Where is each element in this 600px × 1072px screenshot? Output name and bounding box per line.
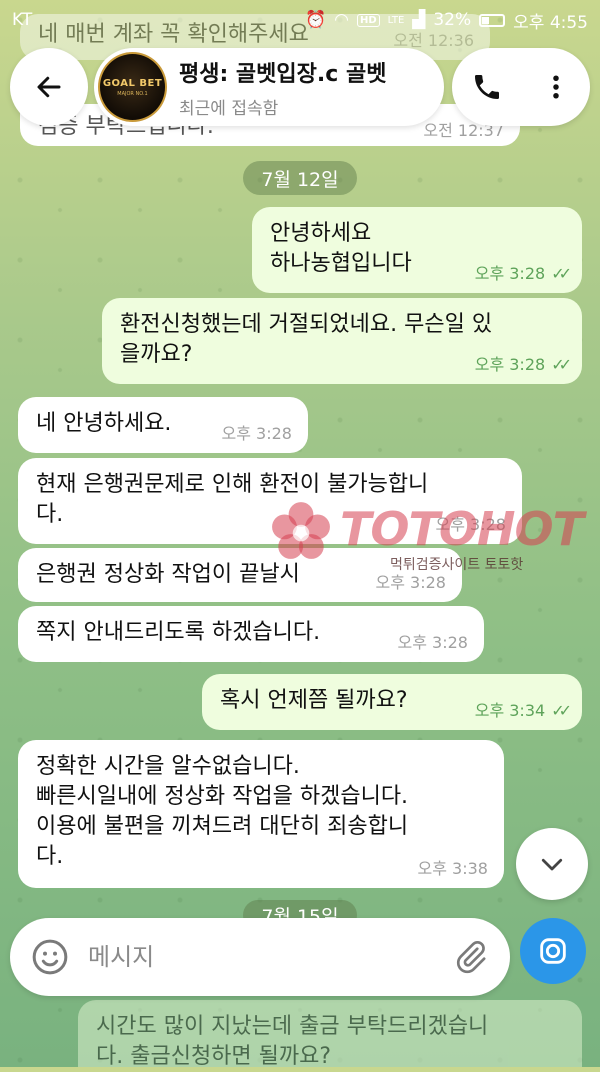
signal-icon: ▟	[412, 10, 426, 30]
message-text: 시간도 많이 지났는데 출금 부탁드리겠습니 다. 출금신청하면 될까요?	[96, 1014, 489, 1069]
message-time: 오후 3:28	[397, 633, 468, 652]
battery-percent: 32%	[433, 10, 472, 30]
message-time: 오후 3:28	[474, 355, 546, 374]
avatar-logo: GOAL BET	[102, 77, 163, 89]
paperclip-icon	[456, 941, 486, 974]
message-incoming[interactable]: 정확한 시간을 알수없습니다. 빠른시일내에 정상화 작업을 하겠습니다. 이용…	[18, 740, 504, 888]
read-check-icon: ✓✓	[551, 264, 572, 283]
header-actions	[452, 48, 590, 126]
message-meta: 오후 3:34 ✓✓	[474, 701, 572, 720]
message-incoming[interactable]: 현재 은행권문제로 인해 환전이 불가능합니 다. 오후 3:28	[18, 458, 522, 544]
phone-icon[interactable]	[471, 71, 503, 103]
message-text: 은행권 정상화 작업이 끝날시	[36, 562, 300, 587]
message-outgoing[interactable]: 혹시 언제쯤 될까요? 오후 3:34 ✓✓	[202, 674, 582, 730]
battery-icon	[479, 13, 506, 27]
read-check-icon: ✓✓	[551, 355, 572, 374]
hd-icon: HD	[356, 13, 380, 27]
message-time: 오후 3:28	[435, 515, 506, 534]
message-meta: 오후 3:28 ✓✓	[474, 264, 572, 283]
back-button[interactable]	[10, 48, 88, 126]
message-text: 정확한 시간을 알수없습니다. 빠른시일내에 정상화 작업을 하겠습니다. 이용…	[36, 754, 409, 869]
avatar[interactable]: GOAL BET MAJOR NO.1	[98, 52, 167, 122]
chevron-down-icon	[541, 858, 563, 871]
message-outgoing[interactable]: 환전신청했는데 거절되었네요. 무슨일 있 을까요? 오후 3:28 ✓✓	[102, 298, 582, 384]
message-input[interactable]	[86, 942, 430, 972]
camera-button[interactable]	[520, 918, 586, 984]
chat-header[interactable]: GOAL BET MAJOR NO.1 평생: 골벳입장.c 골벳 최근에 접속…	[94, 48, 444, 126]
scroll-down-button[interactable]	[516, 828, 588, 900]
message-outgoing[interactable]: 안녕하세요 하나농협입니다 오후 3:28 ✓✓	[252, 207, 582, 293]
message-composer	[10, 918, 510, 996]
lte-label: LTE	[387, 14, 405, 26]
attach-button[interactable]	[452, 935, 492, 979]
wifi-icon: ◠	[334, 10, 349, 30]
message-incoming[interactable]: 은행권 정상화 작업이 끝날시 오후 3:28	[18, 548, 462, 602]
camera-icon	[540, 938, 566, 964]
message-incoming[interactable]: 쪽지 안내드리도록 하겠습니다. 오후 3:28	[18, 606, 484, 662]
chat-status: 최근에 접속함	[179, 98, 279, 119]
read-check-icon: ✓✓	[551, 701, 572, 720]
message-incoming[interactable]: 네 안녕하세요. 오후 3:28	[18, 397, 308, 453]
date-separator: 7월 12일	[243, 161, 357, 195]
status-bar: KT ⏰ ◠ HD LTE ▟ 32% 오후 4:55	[0, 0, 600, 40]
back-arrow-icon	[37, 76, 61, 98]
message-text: 쪽지 안내드리도록 하겠습니다.	[36, 620, 321, 645]
message-text: 안녕하세요 하나농협입니다	[270, 221, 412, 276]
message-time: 오후 3:28	[474, 264, 546, 283]
chat-title-block: 평생: 골벳입장.c 골벳 최근에 접속함	[179, 56, 444, 119]
avatar-sub: MAJOR NO.1	[117, 90, 148, 97]
message-time: 오후 3:28	[375, 573, 446, 592]
emoji-icon	[32, 939, 68, 975]
message-time: 오후 3:34	[474, 701, 546, 720]
message-time: 오후 3:38	[417, 859, 488, 878]
message-meta: 오후 3:28 ✓✓	[474, 355, 572, 374]
message-text: 혹시 언제쯤 될까요?	[220, 688, 408, 713]
partial-message-bottom: 시간도 많이 지났는데 출금 부탁드리겠습니 다. 출금신청하면 될까요?	[78, 1000, 582, 1069]
emoji-button[interactable]	[28, 935, 72, 979]
message-text: 환전신청했는데 거절되었네요. 무슨일 있 을까요?	[120, 312, 493, 367]
alarm-icon: ⏰	[304, 10, 327, 30]
carrier-label: KT	[12, 10, 33, 30]
chat-name: 평생: 골벳입장.c 골벳	[179, 61, 387, 87]
message-text: 현재 은행권문제로 인해 환전이 불가능합니 다.	[36, 472, 429, 527]
clock: 오후 4:55	[513, 12, 588, 33]
message-time: 오후 3:28	[221, 424, 292, 443]
status-icons: ⏰ ◠ HD LTE ▟ 32% 오후 4:55	[305, 8, 588, 33]
more-options-icon[interactable]	[541, 72, 571, 102]
message-text: 네 안녕하세요.	[36, 411, 172, 436]
